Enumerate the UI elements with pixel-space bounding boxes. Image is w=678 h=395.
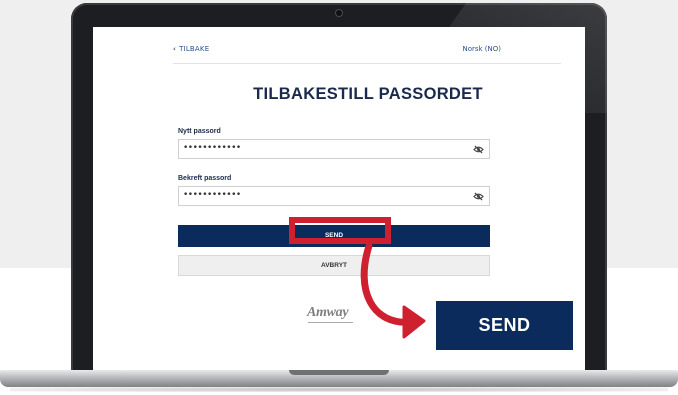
new-password-field[interactable]: •••••••••••• bbox=[178, 139, 490, 159]
send-callout-button: SEND bbox=[436, 301, 573, 350]
language-selector[interactable]: Norsk (NO) bbox=[462, 45, 501, 53]
eye-slash-icon[interactable] bbox=[473, 145, 484, 154]
laptop-base-notch bbox=[289, 370, 389, 375]
amway-logo: Amway bbox=[307, 305, 349, 320]
back-link-label: TILBAKE bbox=[179, 45, 210, 53]
confirm-password-field[interactable]: •••••••••••• bbox=[178, 186, 490, 206]
logo-underline bbox=[308, 322, 353, 323]
top-bar: ‹ TILBAKE Norsk (NO) bbox=[173, 45, 563, 59]
cancel-button[interactable]: AVBRYT bbox=[178, 255, 490, 276]
chevron-left-icon: ‹ bbox=[173, 45, 177, 53]
camera-icon bbox=[336, 10, 342, 16]
eye-slash-icon[interactable] bbox=[473, 192, 484, 201]
header-divider bbox=[173, 63, 561, 64]
confirm-password-value: •••••••••••• bbox=[183, 190, 241, 200]
back-link[interactable]: ‹ TILBAKE bbox=[173, 45, 209, 53]
page-title: TILBAKESTILL PASSORDET bbox=[253, 85, 483, 103]
laptop-shadow bbox=[10, 387, 668, 392]
send-highlight-box bbox=[289, 217, 391, 244]
new-password-label: Nytt passord bbox=[178, 128, 221, 135]
confirm-password-label: Bekreft passord bbox=[178, 175, 232, 182]
new-password-value: •••••••••••• bbox=[183, 143, 241, 153]
